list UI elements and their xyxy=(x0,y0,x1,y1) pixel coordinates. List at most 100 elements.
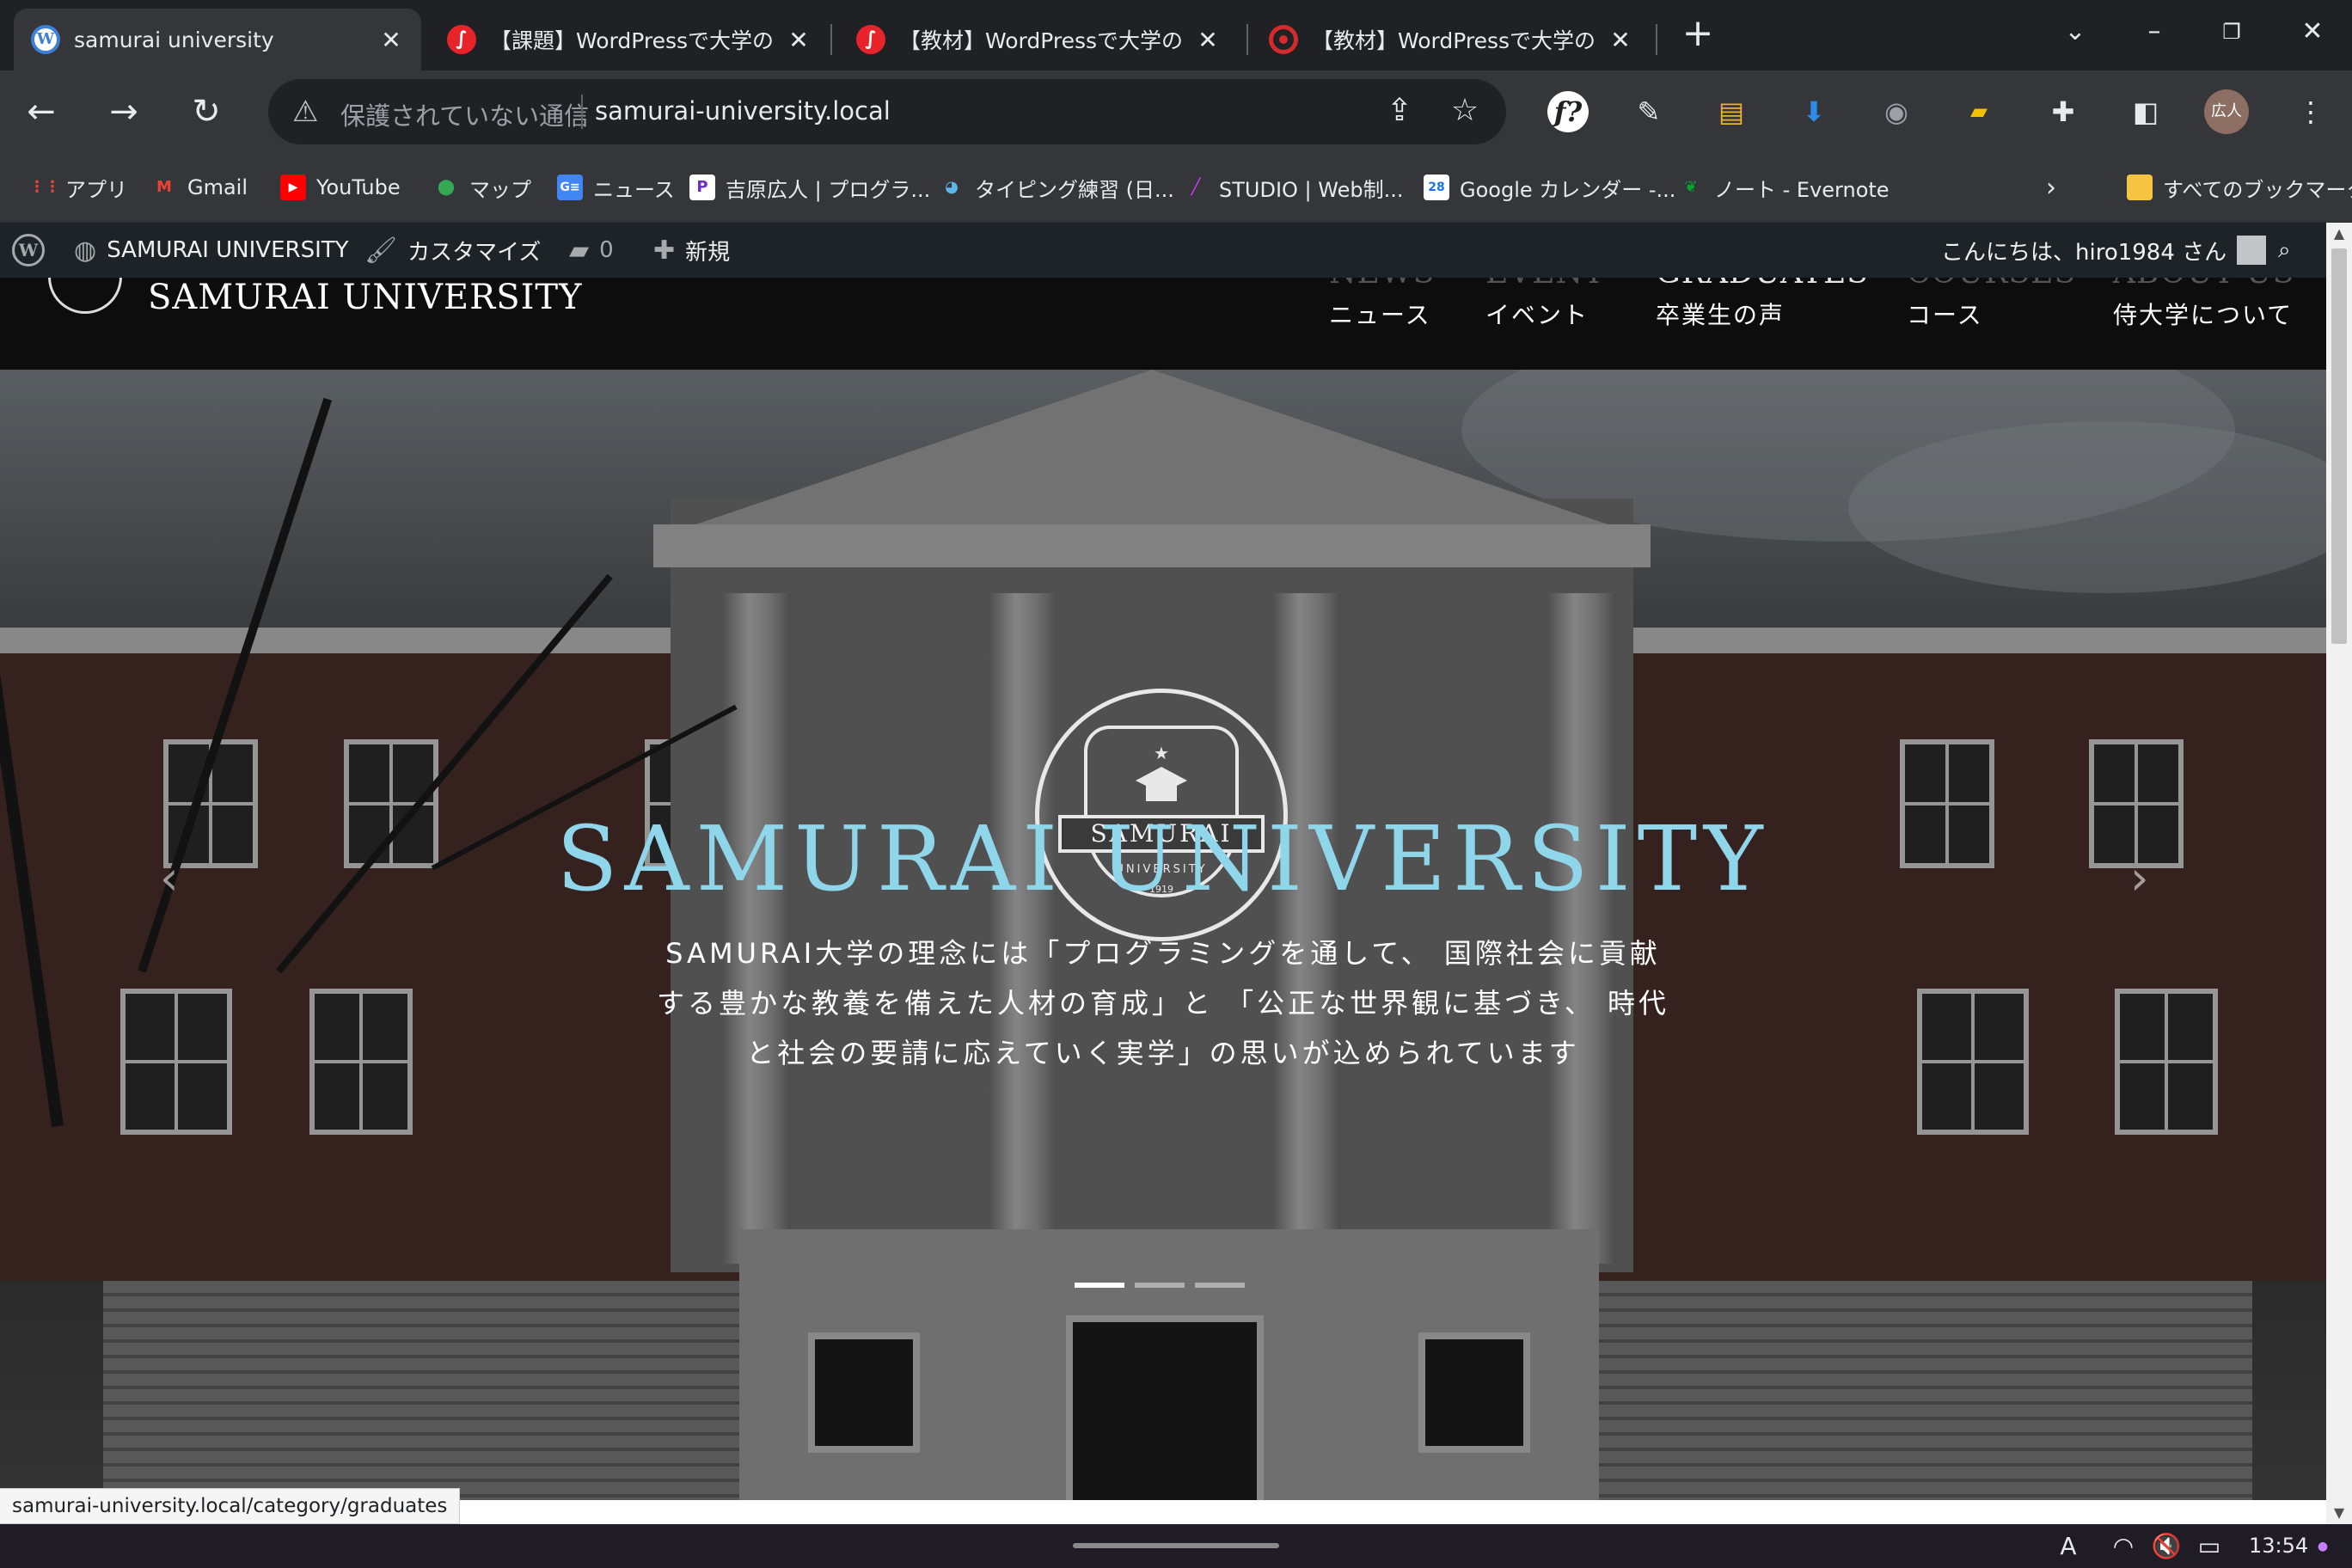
dashboard-icon: ◍ xyxy=(74,235,97,266)
tab-kyozai-2[interactable]: 【教材】WordPressで大学のWe ✕ xyxy=(1252,9,1651,70)
reload-icon[interactable]: ↻ xyxy=(181,86,232,138)
url-text[interactable]: samurai-university.local xyxy=(595,96,891,126)
bookmark-maps[interactable]: ⬤ マップ xyxy=(433,172,531,203)
battery-icon[interactable]: ▭ xyxy=(2192,1531,2226,1562)
tab-samurai-university[interactable]: samurai university ✕ xyxy=(14,9,421,70)
wordpress-icon xyxy=(12,234,45,266)
scroll-down-arrow-icon[interactable]: ▼ xyxy=(2326,1502,2352,1524)
slider-dot[interactable] xyxy=(1135,1283,1185,1288)
link-status-bubble: samurai-university.local/category/gradua… xyxy=(0,1488,461,1524)
tab-strip: samurai university ✕ 【課題】WordPressで大学のWe… xyxy=(0,0,2352,70)
color-picker-icon[interactable]: ✎ xyxy=(1625,88,1673,136)
camera-icon[interactable]: ◉ xyxy=(1872,88,1920,136)
menu-kebab-icon[interactable]: ⋮ xyxy=(2287,88,2335,136)
bookmark-news[interactable]: G≡ ニュース xyxy=(557,172,675,203)
notes-extension-icon[interactable]: ▤ xyxy=(1707,88,1755,136)
bookmark-typing[interactable]: ◕ タイピング練習 (日... xyxy=(939,172,1174,203)
bookmark-label: マップ xyxy=(469,177,531,202)
site-logo-emblem[interactable] xyxy=(45,274,127,326)
tab-separator xyxy=(830,24,832,55)
scroll-up-arrow-icon[interactable]: ▲ xyxy=(2326,223,2352,245)
speaker-muted-icon[interactable]: 🔇 xyxy=(2149,1531,2184,1562)
nav-ja-label: 侍大学について xyxy=(2113,301,2294,329)
nav-ja-label: コース xyxy=(1907,301,1983,329)
window-close-icon[interactable]: ✕ xyxy=(2287,10,2338,53)
profile-avatar[interactable]: 広人 xyxy=(2204,89,2249,134)
download-extension-icon[interactable]: ⬇ xyxy=(1790,88,1838,136)
slider-dot[interactable] xyxy=(1195,1283,1245,1288)
clock[interactable]: 13:54 xyxy=(2249,1529,2308,1562)
tab-kyozai-1[interactable]: 【教材】WordPressで大学のWe ✕ xyxy=(839,9,1238,70)
new-tab-button[interactable]: + xyxy=(1676,12,1719,55)
bookmark-label: すべてのブックマーク xyxy=(2163,177,2352,202)
hero-title: SAMURAI UNIVERSITY xyxy=(556,806,1770,911)
notification-dot-icon[interactable]: ● xyxy=(2314,1531,2331,1562)
gmail-icon: M xyxy=(156,178,172,196)
bookmark-google-calendar[interactable]: 28 Google カレンダー -... xyxy=(1424,172,1675,203)
tab-search-chevron-icon[interactable]: ⌄ xyxy=(2049,10,2101,53)
security-status[interactable]: 保護されていない通信 xyxy=(340,96,589,132)
admin-account[interactable]: こんにちは、hiro1984 さん xyxy=(1941,235,2267,266)
calendar-icon: 28 xyxy=(1424,175,1449,200)
fontface-ninja-icon[interactable]: f? xyxy=(1547,91,1589,132)
slider-next-chevron-icon[interactable]: › xyxy=(2130,851,2149,905)
bookmark-gmail[interactable]: M Gmail xyxy=(151,172,248,203)
os-taskbar: A ◠ 🔇 ▭ 13:54 ● xyxy=(0,1524,2352,1568)
admin-customize[interactable]: 🖌 カスタマイズ xyxy=(364,235,541,266)
bookmark-youtube[interactable]: ▶ YouTube xyxy=(280,172,401,203)
tab-close-icon[interactable]: ✕ xyxy=(1608,26,1633,54)
forward-arrow-icon[interactable]: → xyxy=(98,86,150,138)
bookmark-yoshihara[interactable]: P 吉原広人 | プログラ... xyxy=(689,172,930,203)
maps-icon: ⬤ xyxy=(437,178,456,196)
samurai-icon xyxy=(856,25,885,54)
bookmarks-overflow-chevron-icon[interactable]: › xyxy=(2046,172,2056,203)
admin-comments[interactable]: ▰ 0 xyxy=(569,235,614,266)
warning-triangle-icon[interactable]: ⚠ xyxy=(292,95,318,129)
page-scrollbar[interactable]: ▲ ▼ xyxy=(2326,223,2352,1524)
minimize-icon[interactable]: – xyxy=(2128,10,2180,53)
scroll-thumb[interactable] xyxy=(2331,248,2347,644)
bookmark-label: タイピング練習 (日... xyxy=(975,177,1174,202)
bookmark-label: STUDIO | Web制... xyxy=(1219,177,1404,202)
nav-ja-label: 卒業生の声 xyxy=(1656,301,1785,329)
ime-indicator[interactable]: A xyxy=(2051,1531,2086,1562)
admin-new[interactable]: ✚ 新規 xyxy=(653,235,730,266)
bookmark-label: Gmail xyxy=(187,175,248,199)
bookmark-apps[interactable]: ⋮⋮ アプリ xyxy=(29,172,127,203)
nav-ja-label: イベント xyxy=(1485,301,1589,329)
wifi-icon[interactable]: ◠ xyxy=(2106,1531,2141,1562)
youtube-icon: ▶ xyxy=(280,175,306,200)
bookmark-evernote[interactable]: ❦ ノート - Evernote xyxy=(1678,172,1889,203)
address-bar[interactable]: ⚠ 保護されていない通信 samurai-university.local ⇪ … xyxy=(268,79,1506,144)
bookmark-label: YouTube xyxy=(316,175,401,199)
hero-description: SAMURAI大学の理念には「プログラミングを通して、 国際社会に貢献 する豊か… xyxy=(602,928,1724,1078)
slider-prev-chevron-icon[interactable]: ‹ xyxy=(160,851,179,905)
admin-customize-label: カスタマイズ xyxy=(407,239,542,266)
tab-close-icon[interactable]: ✕ xyxy=(378,26,404,54)
star-icon: ★ xyxy=(1154,743,1169,763)
wp-logo-menu[interactable] xyxy=(12,234,45,266)
bookmark-star-icon[interactable]: ☆ xyxy=(1446,93,1484,128)
tab-close-icon[interactable]: ✕ xyxy=(1195,26,1221,54)
tab-title: 【教材】WordPressで大学のWe xyxy=(1312,28,1596,53)
side-panel-icon[interactable]: ◧ xyxy=(2122,88,2170,136)
brush-icon: 🖌 xyxy=(364,235,398,266)
slider-dot[interactable] xyxy=(1075,1283,1124,1288)
admin-site-name[interactable]: ◍ SAMURAI UNIVERSITY xyxy=(74,235,349,266)
extensions-puzzle-icon[interactable]: ✚ xyxy=(2039,88,2087,136)
restore-icon[interactable]: ❐ xyxy=(2206,10,2257,53)
site-title[interactable]: SAMURAI UNIVERSITY xyxy=(148,278,582,317)
bookmark-all[interactable]: すべてのブックマーク xyxy=(2127,172,2352,203)
share-icon[interactable]: ⇪ xyxy=(1381,93,1418,128)
back-arrow-icon[interactable]: ← xyxy=(15,86,67,138)
plus-icon: ✚ xyxy=(653,235,676,266)
tab-title: 【教材】WordPressで大学のWe xyxy=(899,28,1183,53)
tab-kadai[interactable]: 【課題】WordPressで大学のWe ✕ xyxy=(430,9,829,70)
admin-new-label: 新規 xyxy=(685,239,731,266)
tab-close-icon[interactable]: ✕ xyxy=(786,26,812,54)
extension-badge-icon[interactable]: ▰ xyxy=(1955,88,2003,136)
admin-search-icon[interactable]: ⌕ xyxy=(2278,235,2291,266)
tab-title: samurai university xyxy=(74,27,274,52)
gesture-handle[interactable] xyxy=(1073,1543,1279,1548)
bookmark-studio[interactable]: ╱ STUDIO | Web制... xyxy=(1183,172,1404,203)
